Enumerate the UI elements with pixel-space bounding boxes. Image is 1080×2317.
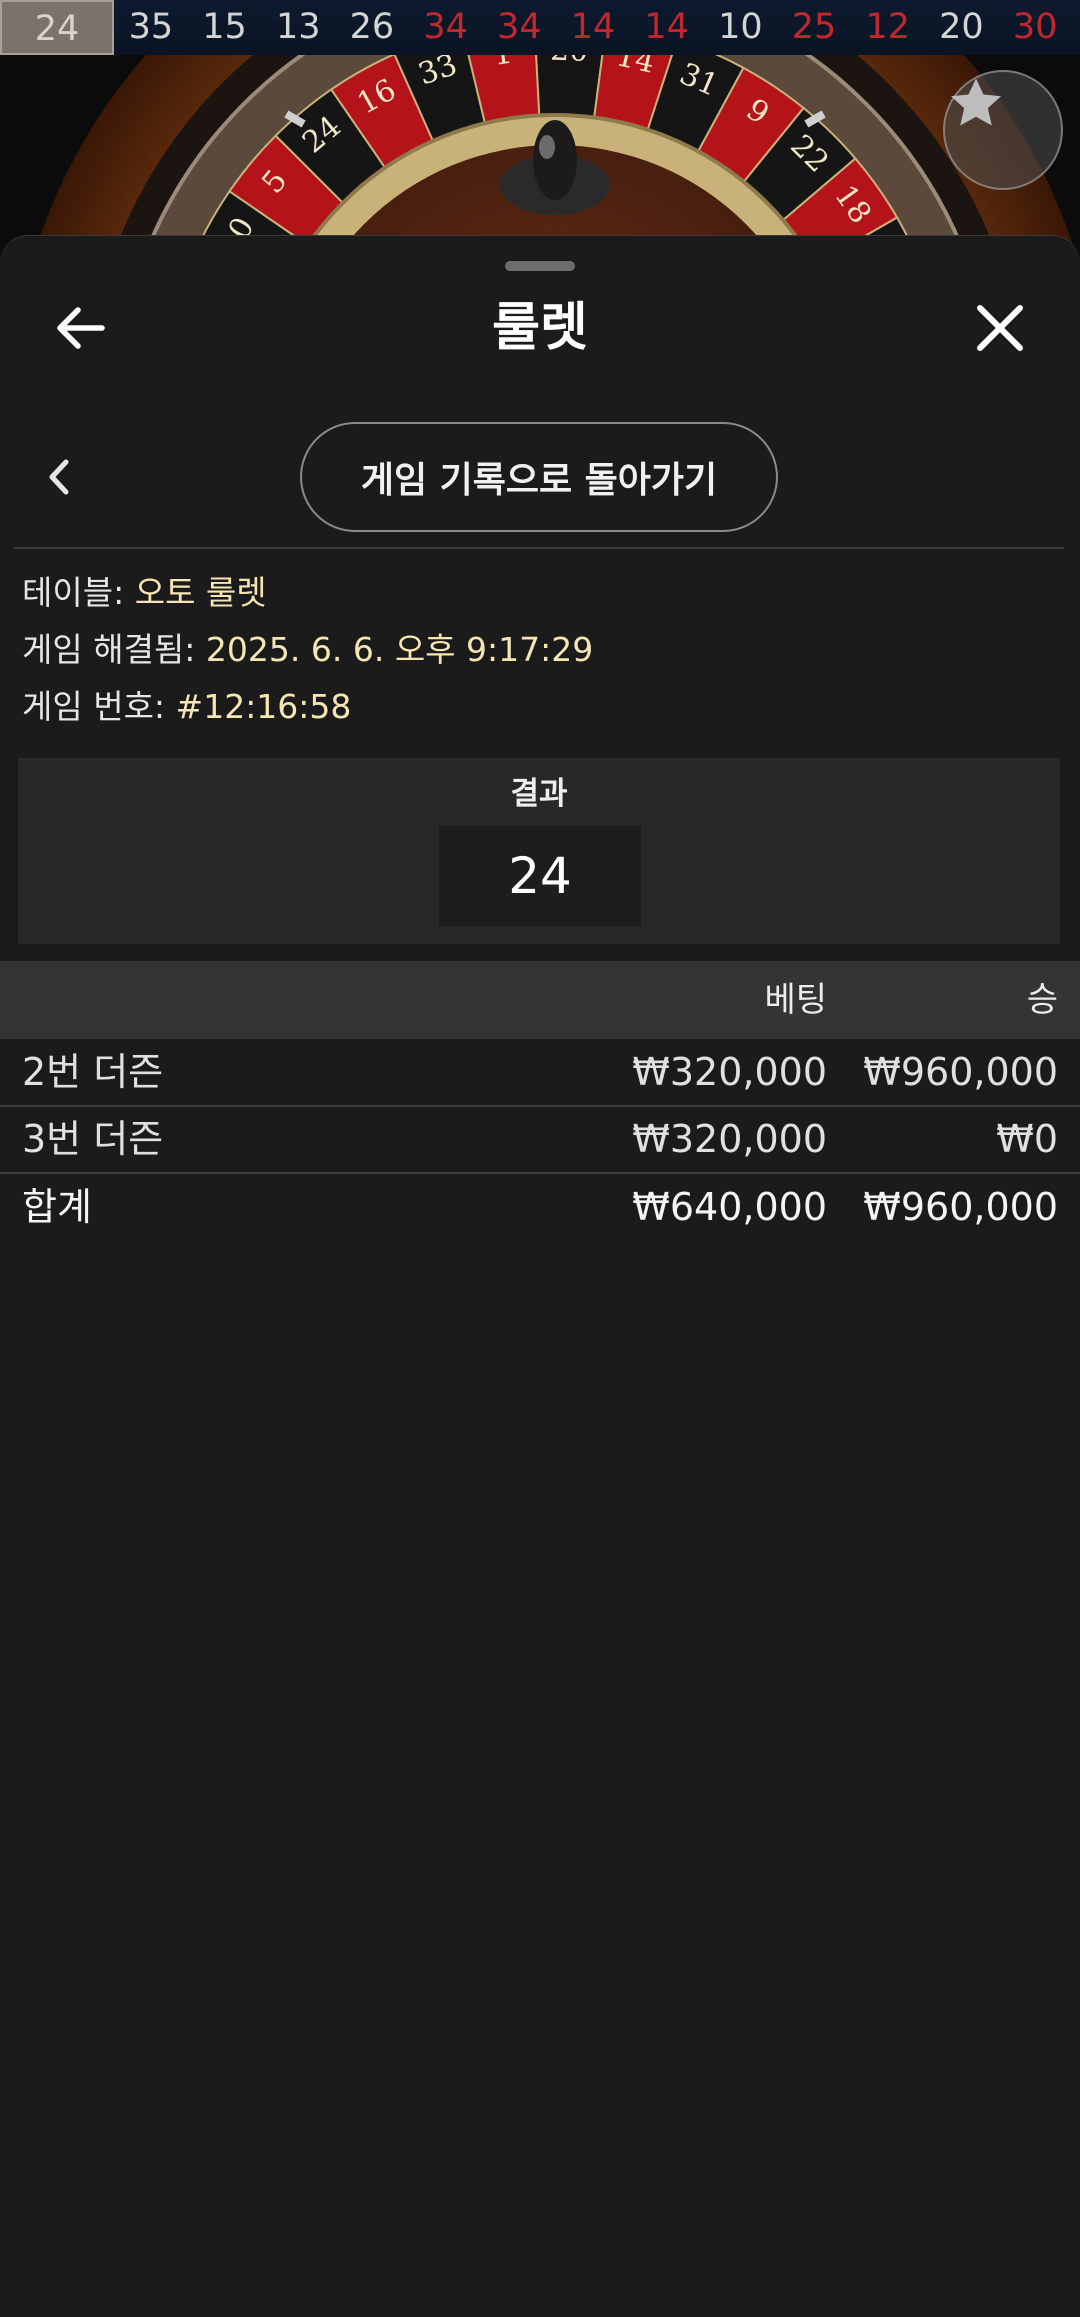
wheel-number: 20 (550, 55, 590, 69)
win-amount: ₩0 (996, 1117, 1058, 1161)
bets-table-header: 베팅 승 (0, 961, 1080, 1039)
total-win-amount: ₩960,000 (863, 1185, 1058, 1229)
table-row: 2번 더즌 ₩320,000 ₩960,000 (0, 1039, 1080, 1107)
resolved-value: 2025. 6. 6. 오후 9:17:29 (205, 630, 594, 669)
result-item: 13 (275, 7, 321, 47)
result-number: 24 (439, 826, 641, 926)
roulette-wheel: 10524163312014319221829 (37, 55, 1073, 245)
result-item: 15 (202, 7, 247, 47)
win-column-header: 승 (1026, 980, 1058, 1020)
roulette-wheel-video: 10524163312014319221829 (0, 55, 1080, 245)
game-number-label: 게임 번호: (22, 687, 176, 726)
total-row: 합계 ₩640,000 ₩960,000 (0, 1174, 1080, 1240)
resolved-label: 게임 해결됨: (22, 630, 206, 669)
result-panel: 결과 24 (18, 758, 1060, 944)
sheet-drag-handle[interactable] (505, 261, 575, 271)
chevron-left-icon[interactable] (40, 454, 80, 500)
result-item: 14 (644, 7, 689, 47)
bet-amount: ₩320,000 (632, 1117, 827, 1161)
result-item: 12 (865, 7, 910, 47)
bet-name: 3번 더즌 (22, 1117, 164, 1161)
table-row: 3번 더즌 ₩320,000 ₩0 (0, 1106, 1080, 1174)
result-item: 20 (939, 7, 984, 47)
total-label: 합계 (22, 1185, 92, 1229)
bet-amount: ₩320,000 (632, 1050, 827, 1094)
result-item: 30 (1012, 7, 1058, 47)
win-amount: ₩960,000 (863, 1050, 1058, 1094)
close-icon[interactable] (970, 298, 1030, 358)
result-latest: 24 (0, 0, 114, 55)
star-icon (950, 78, 1002, 126)
table-value: 오토 룰렛 (134, 573, 267, 612)
result-item: 26 (349, 7, 395, 47)
divider (14, 547, 1064, 549)
result-item: 25 (791, 7, 837, 47)
result-item: 10 (718, 7, 763, 47)
table-label: 테이블: (22, 573, 135, 612)
recent-results-strip: 24 35 15 13 26 34 34 14 14 10 25 12 20 3… (0, 0, 1080, 56)
back-to-history-button[interactable]: 게임 기록으로 돌아가기 (300, 422, 778, 532)
table-info: 테이블: 오토 룰렛 (22, 573, 267, 613)
favorite-button[interactable] (943, 70, 1063, 190)
game-number-info: 게임 번호: #12:16:58 (22, 687, 351, 727)
result-item: 34 (423, 7, 468, 47)
game-detail-sheet: 룰렛 게임 기록으로 돌아가기 테이블: 오토 룰렛 게임 해결됨: 2025.… (0, 235, 1080, 2317)
bet-name: 2번 더즌 (22, 1050, 164, 1094)
resolved-info: 게임 해결됨: 2025. 6. 6. 오후 9:17:29 (22, 630, 593, 670)
result-item: 35 (128, 7, 174, 47)
total-bet-amount: ₩640,000 (632, 1185, 827, 1229)
game-number-value: #12:16:58 (175, 687, 352, 726)
result-item: 34 (497, 7, 542, 47)
sheet-title: 룰렛 (492, 298, 588, 358)
result-item: 14 (570, 7, 616, 47)
result-label: 결과 (510, 776, 568, 812)
bet-column-header: 베팅 (764, 980, 827, 1020)
